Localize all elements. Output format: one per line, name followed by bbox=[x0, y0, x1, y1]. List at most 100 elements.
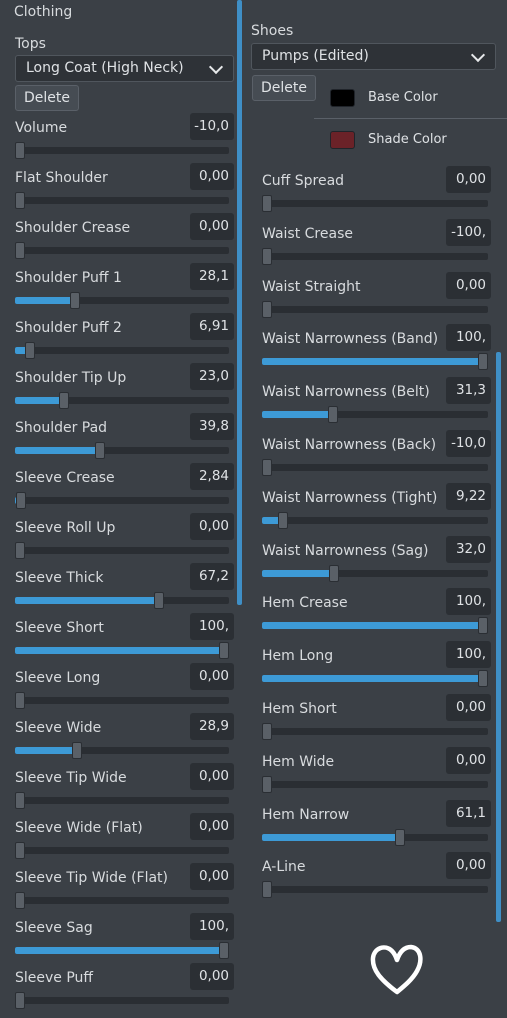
slider-handle[interactable] bbox=[219, 642, 229, 659]
slider-track[interactable] bbox=[262, 881, 488, 899]
slider-handle[interactable] bbox=[153, 592, 164, 609]
slider-track[interactable] bbox=[15, 942, 229, 959]
slider-handle[interactable] bbox=[262, 459, 272, 476]
slider-track[interactable] bbox=[15, 242, 229, 259]
slider-value-field[interactable]: -10,0 bbox=[446, 430, 491, 457]
slider-track[interactable] bbox=[262, 564, 488, 582]
slider-track[interactable] bbox=[262, 723, 488, 740]
slider-track[interactable] bbox=[15, 892, 229, 909]
slider-value-field[interactable]: 39,8 bbox=[190, 413, 234, 440]
slider-value-field[interactable]: 100, bbox=[190, 913, 234, 940]
slider-handle[interactable] bbox=[24, 342, 35, 359]
slider-handle[interactable] bbox=[15, 692, 25, 709]
slider-handle[interactable] bbox=[15, 792, 25, 809]
slider-value-field[interactable]: 23,0 bbox=[190, 363, 234, 390]
slider-handle[interactable] bbox=[15, 842, 25, 859]
slider-handle[interactable] bbox=[277, 511, 288, 529]
slider-value-field[interactable]: 0,00 bbox=[190, 863, 234, 890]
slider-track[interactable] bbox=[15, 992, 229, 1009]
slider-value-field[interactable]: 100, bbox=[190, 613, 234, 640]
slider-track[interactable] bbox=[15, 592, 229, 609]
slider-track[interactable] bbox=[15, 342, 229, 359]
slider-handle[interactable] bbox=[15, 992, 25, 1009]
slider-value-field[interactable]: 0,00 bbox=[190, 813, 234, 840]
slider-track[interactable] bbox=[15, 492, 229, 509]
slider-track[interactable] bbox=[262, 353, 488, 371]
slider-value-field[interactable]: 2,84 bbox=[190, 463, 234, 490]
slider-track[interactable] bbox=[15, 792, 229, 809]
slider-track[interactable] bbox=[262, 195, 488, 212]
slider-value-field[interactable]: 0,00 bbox=[446, 271, 491, 299]
slider-handle[interactable] bbox=[219, 942, 229, 959]
slider-track[interactable] bbox=[15, 392, 229, 409]
slider-handle[interactable] bbox=[478, 617, 488, 635]
slider-handle[interactable] bbox=[15, 892, 25, 909]
slider-value-field[interactable]: 100, bbox=[446, 324, 491, 352]
slider-handle[interactable] bbox=[262, 195, 272, 212]
slider-track[interactable] bbox=[15, 542, 229, 559]
slider-value-field[interactable]: 0,00 bbox=[446, 166, 491, 193]
slider-handle[interactable] bbox=[59, 392, 70, 409]
slider-track[interactable] bbox=[262, 670, 488, 688]
slider-value-field[interactable]: -100, bbox=[446, 218, 491, 246]
slider-value-field[interactable]: 0,00 bbox=[446, 746, 491, 774]
slider-handle[interactable] bbox=[15, 142, 25, 159]
slider-handle[interactable] bbox=[71, 742, 82, 759]
slider-value-field[interactable]: 0,00 bbox=[190, 513, 234, 540]
slider-handle[interactable] bbox=[15, 542, 25, 559]
shoes-scrollbar[interactable] bbox=[496, 352, 501, 922]
slider-value-field[interactable]: 0,00 bbox=[190, 663, 234, 690]
slider-value-field[interactable]: 100, bbox=[446, 588, 491, 616]
slider-handle[interactable] bbox=[262, 247, 272, 265]
slider-handle[interactable] bbox=[478, 670, 488, 688]
slider-value-field[interactable]: 28,9 bbox=[190, 713, 234, 740]
slider-value-field[interactable]: 0,00 bbox=[190, 213, 234, 240]
slider-handle[interactable] bbox=[262, 775, 272, 793]
slider-handle[interactable] bbox=[262, 723, 272, 740]
slider-handle[interactable] bbox=[478, 353, 488, 371]
slider-value-field[interactable]: 28,1 bbox=[190, 263, 234, 290]
slider-track[interactable] bbox=[15, 142, 229, 159]
slider-handle[interactable] bbox=[15, 192, 25, 209]
tops-dropdown[interactable]: Long Coat (High Neck) bbox=[15, 55, 234, 82]
slider-value-field[interactable]: 0,00 bbox=[190, 763, 234, 790]
slider-value-field[interactable]: 0,00 bbox=[446, 852, 491, 880]
tops-delete-button[interactable]: Delete bbox=[15, 85, 79, 111]
slider-handle[interactable] bbox=[15, 492, 26, 509]
slider-handle[interactable] bbox=[262, 300, 272, 318]
shoes-delete-button[interactable]: Delete bbox=[252, 75, 316, 101]
slider-track[interactable] bbox=[15, 292, 229, 309]
slider-handle[interactable] bbox=[395, 828, 406, 846]
slider-value-field[interactable]: 6,91 bbox=[190, 313, 234, 340]
slider-track[interactable] bbox=[15, 842, 229, 859]
slider-value-field[interactable]: 9,22 bbox=[446, 482, 491, 510]
slider-handle[interactable] bbox=[70, 292, 81, 309]
slider-value-field[interactable]: 31,3 bbox=[446, 377, 491, 405]
slider-value-field[interactable]: 100, bbox=[446, 641, 491, 669]
slider-value-field[interactable]: 67,2 bbox=[190, 563, 234, 590]
slider-track[interactable] bbox=[262, 406, 488, 424]
slider-handle[interactable] bbox=[262, 881, 272, 899]
slider-track[interactable] bbox=[262, 511, 488, 529]
slider-track[interactable] bbox=[15, 442, 229, 459]
slider-track[interactable] bbox=[262, 459, 488, 476]
slider-value-field[interactable]: 32,0 bbox=[446, 535, 491, 563]
slider-handle[interactable] bbox=[95, 442, 106, 459]
slider-track[interactable] bbox=[15, 192, 229, 209]
slider-value-field[interactable]: 0,00 bbox=[190, 963, 234, 990]
shade-color-swatch[interactable] bbox=[330, 131, 355, 149]
slider-track[interactable] bbox=[15, 742, 229, 759]
slider-value-field[interactable]: 0,00 bbox=[446, 694, 491, 721]
slider-track[interactable] bbox=[262, 775, 488, 793]
slider-handle[interactable] bbox=[15, 242, 25, 259]
slider-track[interactable] bbox=[15, 642, 229, 659]
slider-value-field[interactable]: 0,00 bbox=[190, 163, 234, 190]
shoes-dropdown[interactable]: Pumps (Edited) bbox=[251, 43, 496, 70]
slider-value-field[interactable]: 61,1 bbox=[446, 799, 491, 827]
slider-value-field[interactable]: -10,0 bbox=[190, 113, 234, 140]
slider-track[interactable] bbox=[262, 247, 488, 265]
slider-handle[interactable] bbox=[329, 564, 340, 582]
slider-track[interactable] bbox=[262, 617, 488, 635]
slider-handle[interactable] bbox=[327, 406, 338, 424]
base-color-swatch[interactable] bbox=[330, 89, 355, 107]
